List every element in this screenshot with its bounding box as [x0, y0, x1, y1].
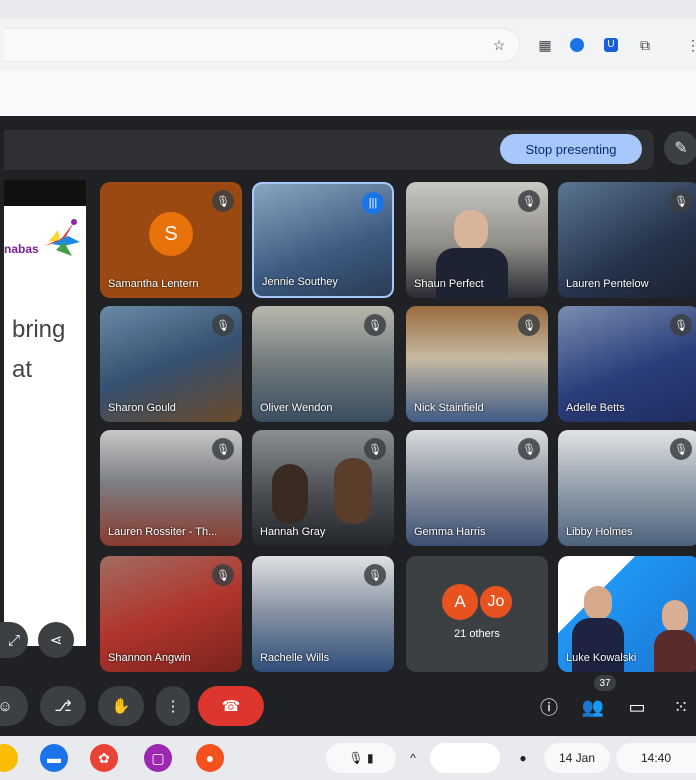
muted-mic-icon: 🎙︎	[518, 190, 540, 212]
chrome-app-icon[interactable]	[0, 744, 18, 772]
participant-name: Sharon Gould	[108, 402, 176, 414]
participant-name: Adelle Betts	[566, 402, 625, 414]
muted-mic-icon: 🎙︎	[212, 190, 234, 212]
raise-hand-icon[interactable]: ✋	[98, 686, 144, 726]
participant-tile[interactable]: 🎙︎ Rachelle Wills	[252, 556, 394, 672]
participant-tile[interactable]: 🎙︎ Oliver Wendon	[252, 306, 394, 422]
person-figure	[654, 630, 696, 672]
participant-name: Samantha Lentern	[108, 278, 199, 290]
person-figure	[454, 210, 488, 250]
chevron-up-icon[interactable]: ^	[400, 743, 426, 773]
chat-icon[interactable]: ▭	[622, 692, 652, 722]
participant-tile[interactable]: 🎙︎ Nick Stainfield	[406, 306, 548, 422]
participant-tile[interactable]: 🎙︎ Libby Holmes	[558, 430, 696, 546]
participant-name: Libby Holmes	[566, 526, 633, 538]
muted-mic-icon: 🎙︎	[518, 438, 540, 460]
browser-chrome: ☆ ▦ U ⧉ ⋮	[0, 0, 696, 116]
qr-icon[interactable]: ▦	[536, 36, 554, 54]
others-tile[interactable]: A Jo 21 others	[406, 556, 548, 672]
others-count-label: 21 others	[454, 628, 500, 640]
logo-text: nabas	[4, 242, 39, 256]
participant-name: Hannah Gray	[260, 526, 326, 538]
paint-app-icon[interactable]: ✿	[90, 744, 118, 772]
participant-tile[interactable]: Luke Kowalski	[558, 556, 696, 672]
school-logo	[34, 216, 84, 264]
extensions-icon[interactable]: ⧉	[636, 36, 654, 54]
muted-mic-icon: 🎙︎	[364, 564, 386, 586]
muted-mic-icon: 🎙︎	[670, 314, 692, 336]
participant-tile[interactable]: ||| Jennie Southey	[252, 182, 394, 298]
participant-tile[interactable]: 🎙︎ Shannon Angwin	[100, 556, 242, 672]
menu-icon[interactable]: ⋮	[684, 36, 696, 54]
participant-name: Shannon Angwin	[108, 652, 191, 664]
avatar: S	[149, 212, 193, 256]
participant-tile[interactable]: 🎙︎ Shaun Perfect	[406, 182, 548, 298]
participant-tile[interactable]: 🎙︎ Lauren Pentelow	[558, 182, 696, 298]
bitwarden-icon[interactable]: U	[602, 36, 620, 54]
participant-name: Shaun Perfect	[414, 278, 484, 290]
muted-mic-icon: 🎙︎	[364, 438, 386, 460]
avatar: Jo	[478, 584, 514, 620]
slide-text-line-1: bring	[12, 316, 66, 343]
mic-camera-status[interactable]: 🎙︎ ▮	[326, 743, 396, 773]
avatar: A	[442, 584, 478, 620]
address-bar[interactable]	[4, 28, 520, 62]
date-display[interactable]: 14 Jan	[544, 743, 610, 773]
muted-mic-icon: 🎙︎	[212, 438, 234, 460]
muted-mic-icon: 🎙︎	[364, 314, 386, 336]
blurred-tray-item[interactable]	[430, 743, 500, 773]
participant-name: Jennie Southey	[262, 276, 338, 288]
star-icon[interactable]: ☆	[490, 36, 508, 54]
people-count-badge: 37	[594, 675, 616, 691]
muted-mic-icon: 🎙︎	[212, 314, 234, 336]
muted-mic-icon: 🎙︎	[670, 438, 692, 460]
person-figure	[272, 464, 308, 524]
muted-mic-icon: 🎙︎	[518, 314, 540, 336]
participant-tile[interactable]: 🎙︎ Adelle Betts	[558, 306, 696, 422]
vpn-icon[interactable]	[568, 36, 586, 54]
slide-header	[4, 180, 86, 206]
activities-icon[interactable]: ⁙	[666, 692, 696, 722]
person-suit	[436, 248, 508, 298]
share-icon[interactable]: ⋖	[38, 622, 74, 658]
captions-icon[interactable]: ⎇	[40, 686, 86, 726]
person-figure	[334, 458, 372, 524]
people-icon[interactable]: 👥	[578, 692, 608, 722]
participant-name: Nick Stainfield	[414, 402, 484, 414]
participant-tile[interactable]: 🎙︎ Gemma Harris	[406, 430, 548, 546]
meet-window: Stop presenting ✎ nabas bring at ⤢ ⋖ S 🎙…	[0, 116, 696, 736]
participant-tile[interactable]: 🎙︎ Hannah Gray	[252, 430, 394, 546]
speaking-indicator-icon: |||	[362, 192, 384, 214]
files-app-icon[interactable]: ▬	[40, 744, 68, 772]
app-icon[interactable]: ●	[196, 744, 224, 772]
participant-name: Gemma Harris	[414, 526, 486, 538]
participant-name: Luke Kowalski	[566, 652, 637, 664]
canvas-app-icon[interactable]: ▢	[144, 744, 172, 772]
person-figure	[662, 600, 688, 632]
notification-icon[interactable]: ●	[510, 743, 536, 773]
participant-tile[interactable]: S 🎙︎ Samantha Lentern	[100, 182, 242, 298]
tab-strip	[0, 0, 696, 18]
participant-name: Lauren Rossiter - Th...	[108, 526, 218, 538]
more-options-icon[interactable]: ⋮	[156, 686, 190, 726]
participant-name: Lauren Pentelow	[566, 278, 649, 290]
participant-name: Oliver Wendon	[260, 402, 333, 414]
person-figure	[584, 586, 612, 620]
annotate-pencil-icon[interactable]: ✎	[664, 131, 696, 165]
emoji-reaction-icon[interactable]: ☺	[0, 686, 28, 726]
bookmark-area	[0, 70, 696, 116]
time-display[interactable]: 14:40	[616, 743, 696, 773]
info-icon[interactable]: ⓘ	[534, 692, 564, 722]
muted-mic-icon: 🎙︎	[670, 190, 692, 212]
presentation-slide: nabas bring at	[4, 206, 86, 646]
muted-mic-icon: 🎙︎	[212, 564, 234, 586]
slide-text-line-2: at	[12, 356, 33, 383]
participant-tile[interactable]: 🎙︎ Lauren Rossiter - Th...	[100, 430, 242, 546]
os-taskbar: ▬ ✿ ▢ ● 🎙︎ ▮ ^ ● 14 Jan 14:40	[0, 736, 696, 780]
end-call-button[interactable]: ☎	[198, 686, 264, 726]
participant-tile[interactable]: 🎙︎ Sharon Gould	[100, 306, 242, 422]
participant-name: Rachelle Wills	[260, 652, 330, 664]
stop-presenting-button[interactable]: Stop presenting	[500, 134, 642, 164]
